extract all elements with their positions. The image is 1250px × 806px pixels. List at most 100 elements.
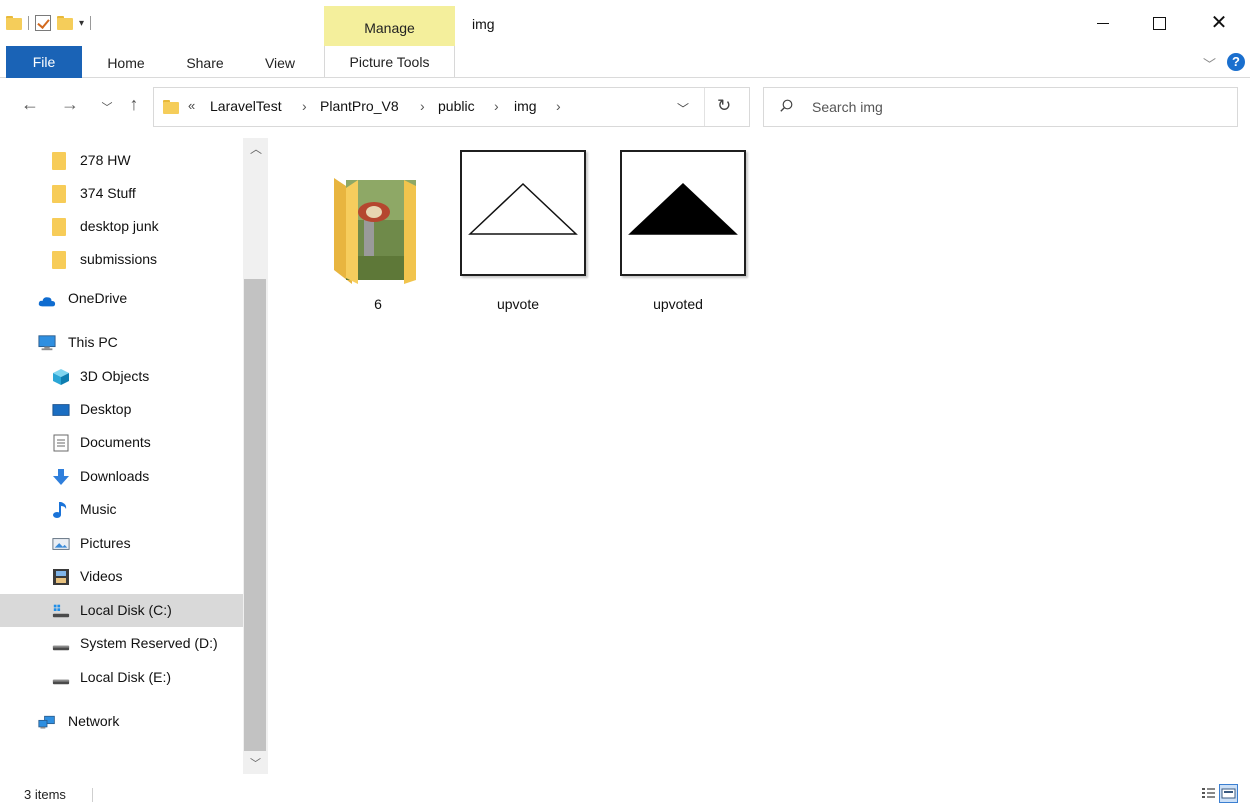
refresh-icon[interactable]: ↻ xyxy=(717,96,731,116)
nav-item-desktop-junk[interactable]: desktop junk xyxy=(0,210,243,243)
nav-item-278-hw[interactable]: 278 HW xyxy=(0,144,243,177)
maximize-icon xyxy=(1152,16,1166,30)
nav-item-label: Videos xyxy=(80,568,123,584)
folder-with-photo-icon xyxy=(334,178,416,284)
breadcrumb-chevron-icon[interactable]: › xyxy=(420,98,425,114)
breadcrumb-chevron-icon[interactable]: › xyxy=(556,98,561,114)
file-item[interactable]: 6 xyxy=(308,148,448,312)
file-view: 6 upvote upvoted xyxy=(268,138,1250,774)
nav-item-pictures[interactable]: Pictures xyxy=(0,527,243,560)
nav-item-label: Desktop xyxy=(80,401,132,417)
file-name: upvoted xyxy=(653,296,703,312)
navigation-pane: 278 HW 374 Stuff desktop junk submission… xyxy=(0,138,268,774)
breadcrumb-public[interactable]: public xyxy=(438,98,475,114)
nav-item-onedrive[interactable]: OneDrive xyxy=(0,282,243,315)
breadcrumb-overflow[interactable]: « xyxy=(188,98,195,113)
quick-access-toolbar: ▾ xyxy=(6,12,92,34)
folder-icon xyxy=(163,100,179,114)
outline-triangle-icon xyxy=(468,182,578,235)
folder-icon xyxy=(52,185,70,203)
nav-item-this-pc[interactable]: This PC xyxy=(0,326,243,359)
nav-item-submissions[interactable]: submissions xyxy=(0,243,243,276)
nav-item-system-reserved-d[interactable]: System Reserved (D:) xyxy=(0,627,243,660)
customize-toolbar-icon[interactable]: ▾ xyxy=(79,18,84,29)
up-arrow-icon[interactable]: ↑ xyxy=(122,94,146,115)
toolbar-divider xyxy=(28,16,29,30)
breadcrumb-plantpro-v8[interactable]: PlantPro_V8 xyxy=(320,98,399,114)
nav-item-downloads[interactable]: Downloads xyxy=(0,460,243,493)
nav-item-label: Local Disk (C:) xyxy=(80,602,172,618)
nav-item-label: 3D Objects xyxy=(80,368,150,384)
network-icon xyxy=(38,715,55,729)
details-view-icon xyxy=(1202,788,1215,798)
file-explorer-window: ▾ Manage img ✕ File Home Share View Pict… xyxy=(0,0,1250,806)
cube-icon xyxy=(53,369,69,385)
nav-item-videos[interactable]: Videos xyxy=(0,560,243,593)
tab-home[interactable]: Home xyxy=(96,48,156,78)
nav-item-local-disk-c[interactable]: Local Disk (C:) xyxy=(0,594,243,627)
tab-file[interactable]: File xyxy=(6,46,82,78)
nav-item-3d-objects[interactable]: 3D Objects xyxy=(0,360,243,393)
title-bar: ▾ Manage img ✕ xyxy=(0,0,1250,46)
scroll-up-icon[interactable]: ︿ xyxy=(250,140,262,157)
file-item[interactable]: upvote xyxy=(448,148,588,312)
scrollbar-thumb[interactable] xyxy=(244,279,266,751)
status-divider xyxy=(92,788,93,802)
new-folder-icon[interactable] xyxy=(57,16,73,30)
folder-icon[interactable] xyxy=(6,16,22,30)
scroll-down-icon[interactable]: ﹀ xyxy=(250,755,261,771)
document-icon xyxy=(53,434,69,452)
manage-context-tab[interactable]: Manage xyxy=(324,6,455,46)
nav-item-374-stuff[interactable]: 374 Stuff xyxy=(0,177,243,210)
large-icons-view-button[interactable] xyxy=(1219,784,1238,803)
drive-icon xyxy=(52,679,70,685)
minimize-icon xyxy=(1097,22,1109,24)
nav-item-network[interactable]: Network xyxy=(0,705,243,738)
forward-arrow-icon[interactable]: → xyxy=(58,94,82,115)
image-thumbnail xyxy=(620,150,746,276)
window-title: img xyxy=(472,16,495,32)
nav-item-label: Pictures xyxy=(80,535,131,551)
nav-item-local-disk-e[interactable]: Local Disk (E:) xyxy=(0,661,243,694)
file-name: upvote xyxy=(496,296,540,312)
nav-item-music[interactable]: Music xyxy=(0,493,243,526)
address-bar[interactable]: « LaravelTest › PlantPro_V8 › public › i… xyxy=(153,87,750,127)
folder-icon xyxy=(52,218,70,236)
details-view-button[interactable] xyxy=(1199,784,1218,803)
close-icon: ✕ xyxy=(1210,12,1228,34)
minimize-button[interactable] xyxy=(1080,0,1126,46)
breadcrumb-chevron-icon[interactable]: › xyxy=(302,98,307,114)
tab-picture-tools[interactable]: Picture Tools xyxy=(324,46,455,77)
breadcrumb-chevron-icon[interactable]: › xyxy=(494,98,499,114)
search-icon xyxy=(780,99,793,112)
recent-locations-chevron-icon[interactable]: ﹀ xyxy=(95,99,119,115)
breadcrumb-laraveltest[interactable]: LaravelTest xyxy=(210,98,282,114)
close-button[interactable]: ✕ xyxy=(1196,0,1242,46)
maximize-button[interactable] xyxy=(1136,0,1182,46)
nav-item-documents[interactable]: Documents xyxy=(0,426,243,459)
expand-ribbon-chevron-icon[interactable]: ﹀ xyxy=(1203,54,1216,73)
properties-icon[interactable] xyxy=(35,15,51,31)
status-bar: 3 items xyxy=(0,782,1250,806)
nav-item-desktop[interactable]: Desktop xyxy=(0,393,243,426)
large-icons-view-icon xyxy=(1221,788,1236,799)
desktop-icon xyxy=(52,404,70,416)
help-icon[interactable]: ? xyxy=(1227,53,1245,71)
tab-share[interactable]: Share xyxy=(176,48,234,78)
navigation-scrollbar[interactable]: ︿ ﹀ xyxy=(243,138,268,774)
tab-view[interactable]: View xyxy=(252,48,308,78)
navigation-row: ← → ﹀ ↑ « LaravelTest › PlantPro_V8 › pu… xyxy=(0,80,1250,134)
address-history-dropdown-icon[interactable]: ﹀ xyxy=(677,100,689,117)
drive-icon xyxy=(52,645,70,651)
search-input[interactable] xyxy=(812,96,1212,118)
file-item[interactable]: upvoted xyxy=(608,148,748,312)
search-box[interactable] xyxy=(763,87,1238,127)
back-arrow-icon[interactable]: ← xyxy=(18,94,42,115)
nav-item-label: 374 Stuff xyxy=(80,185,136,201)
filled-triangle-icon xyxy=(628,182,738,235)
nav-item-label: System Reserved (D:) xyxy=(80,635,218,651)
breadcrumb-img[interactable]: img xyxy=(514,98,537,114)
folder-icon xyxy=(52,251,70,269)
nav-item-label: desktop junk xyxy=(80,218,159,234)
film-icon xyxy=(53,569,69,585)
